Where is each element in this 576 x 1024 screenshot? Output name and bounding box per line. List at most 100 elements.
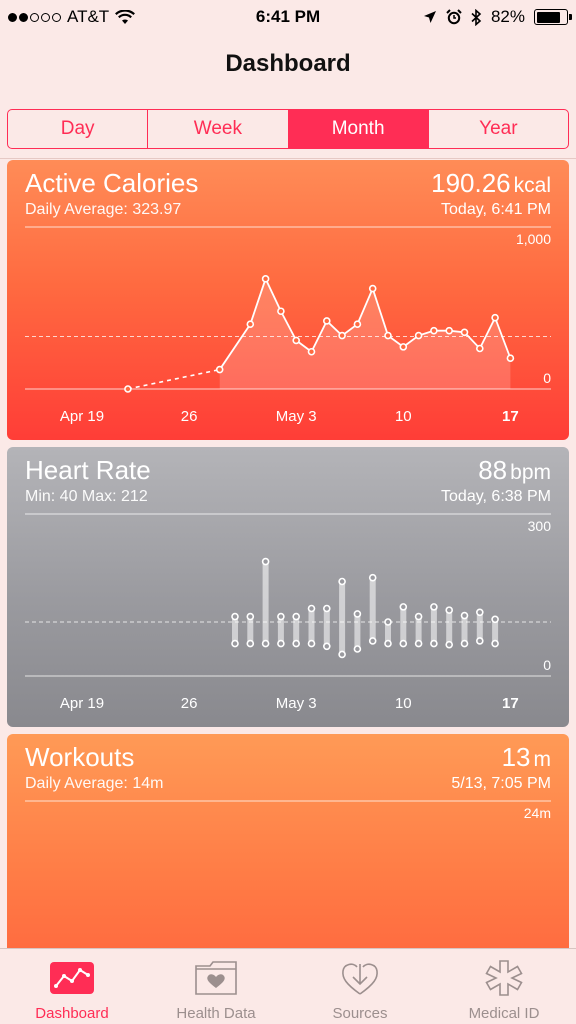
card-subtitle: Daily Average: 323.97 [25,201,182,218]
tab-health-data[interactable]: Health Data [144,949,288,1024]
heart-rate-max-point [460,611,469,620]
tab-dashboard[interactable]: Dashboard [0,949,144,1024]
status-indicators: 82% [423,7,572,27]
calories-point [445,326,454,335]
card-timestamp: Today, 6:38 PM [441,488,551,505]
alarm-icon [446,9,462,25]
heart-rate-min-point [292,639,301,648]
value-number: 13 [501,742,531,772]
heart-rate-max-point [491,615,499,624]
heart-rate-card[interactable]: 300 0 Apr 19 26 May 3 10 17 Heart Rate Min: 40… [7,447,569,727]
segment-week[interactable]: Week [148,110,289,148]
calories-point [338,331,346,340]
heart-rate-max-point [384,618,392,626]
heart-rate-min-point [475,637,484,645]
calories-point [506,354,515,363]
card-timestamp: Today, 6:41 PM [441,201,551,218]
card-subtitle: Min: 40 Max: 212 [25,488,148,505]
bluetooth-icon [471,8,482,26]
heart-rate-max-point [231,612,239,621]
heart-rate-min-point [307,639,316,648]
segment-day[interactable]: Day [8,110,149,148]
heart-rate-range-bar [262,561,269,644]
heart-rate-max-point [277,612,285,621]
x-tick-label: 26 [181,695,198,712]
value-unit: bpm [510,461,551,484]
tab-bar: Dashboard Health Data Sources Medical ID [0,948,576,1024]
battery-percent: 82% [490,7,525,26]
value-unit: kcal [513,174,551,197]
calories-point [124,385,132,393]
battery-icon [534,9,572,25]
card-value: 88 bpm [478,455,551,486]
heart-rate-range-bar [476,612,483,641]
segment-month[interactable]: Month [288,110,429,148]
x-tick-label: 17 [502,408,519,425]
card-timestamp: 5/13, 7:05 PM [451,775,551,792]
calories-point [322,317,331,325]
heart-rate-max-point [338,577,346,586]
heart-rate-min-point [338,650,346,659]
y-tick-label: 300 [528,518,552,534]
tab-label: Sources [332,1005,388,1022]
x-tick-label: May 3 [276,408,317,425]
heart-rate-max-point [246,612,255,621]
calories-point [460,328,469,337]
heart-rate-min-point [445,640,454,649]
x-tick-label: Apr 19 [60,408,104,425]
heart-rate-min-point [368,637,377,645]
heart-rate-min-point [491,639,499,648]
tab-medical-id[interactable]: Medical ID [432,949,576,1024]
page-title: Dashboard [225,50,351,77]
card-title: Active Calories [25,168,199,198]
calories-point [353,320,362,328]
heart-rate-min-point [231,639,239,648]
heart-rate-range-bar [354,613,361,649]
heart-rate-max-point [292,612,301,621]
heart-rate-range-bar [415,616,422,644]
heart-rate-min-point [460,639,469,648]
card-value: 13 m [502,742,551,773]
heart-rate-min-point [384,639,392,648]
heart-rate-min-point [430,639,438,648]
heart-rate-min-point [414,639,423,648]
x-tick-label: Apr 19 [60,695,104,712]
x-tick-label: 26 [181,408,198,425]
x-tick-label: 10 [395,695,412,712]
heart-rate-min-point [261,639,270,648]
heart-rate-min-point [246,639,255,648]
tab-label: Health Data [176,1005,256,1022]
calories-point [475,344,484,353]
heart-rate-range-bar [293,616,300,644]
tab-sources[interactable]: Sources [288,949,432,1024]
calories-point [246,320,255,328]
y-tick-label: 0 [543,370,551,386]
tab-label: Dashboard [35,1005,109,1022]
time-range-segmented-control: Day Week Month Year [7,109,569,149]
active-calories-card[interactable]: 1,000 0 Apr 19 26 May 3 10 17 Active Calories … [7,160,569,440]
heart-rate-max-point [414,612,423,621]
heart-rate-max-point [322,604,331,613]
heart-rate-min-point [353,645,362,653]
x-tick-label: 10 [395,408,412,425]
card-subtitle: Daily Average: 14m [25,775,164,792]
y-tick-label: 1,000 [516,231,551,247]
segment-year[interactable]: Year [429,110,568,148]
heart-rate-range-bar [430,606,437,644]
dashboard-chart-icon [48,959,96,997]
heart-rate-range-bar [277,616,284,644]
heart-rate-max-point [368,573,377,582]
x-tick-label: May 3 [276,695,317,712]
location-arrow-icon [423,11,436,23]
x-tick-label: 17 [502,695,519,712]
calories-point [399,343,408,351]
card-title: Workouts [25,742,135,772]
heart-rate-max-point [399,603,408,611]
calories-point [368,284,377,293]
calories-point [292,336,301,345]
value-unit: m [533,748,552,771]
card-title: Heart Rate [25,455,151,485]
calories-point [430,326,438,335]
heart-rate-max-point [475,608,484,617]
status-bar: AT&T 6:41 PM 82% [0,0,576,34]
